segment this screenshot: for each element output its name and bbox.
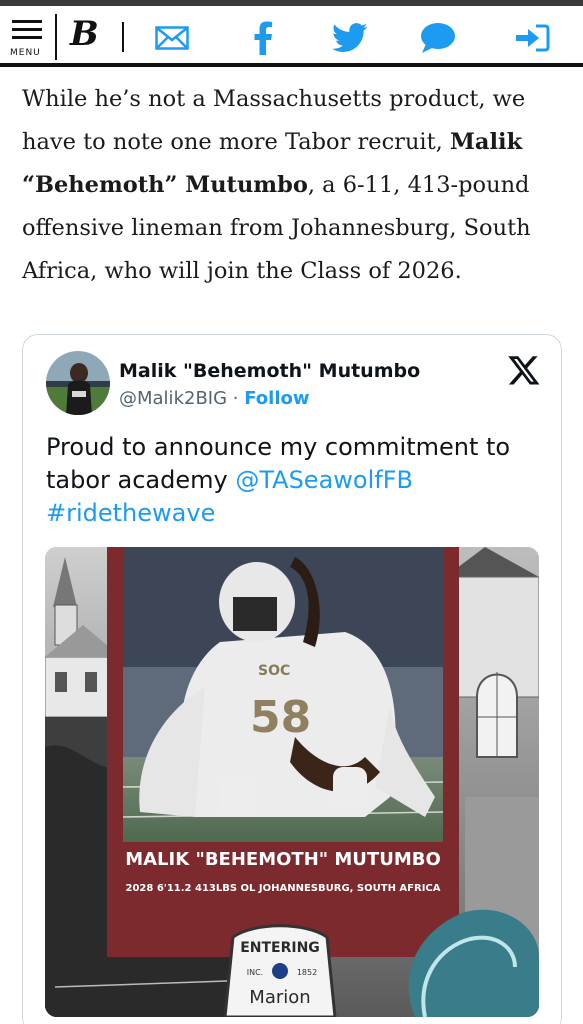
separator: · bbox=[227, 388, 245, 409]
menu-icon-bar bbox=[12, 36, 42, 39]
hashtag-link[interactable]: #ridethewave bbox=[46, 499, 215, 527]
sign-entering: ENTERING bbox=[240, 940, 320, 956]
tweet-handle[interactable]: @Malik2BIG bbox=[119, 388, 227, 409]
player-details: 2028 6'11.2 413LBS OL JOHANNESBURG, SOUT… bbox=[126, 883, 441, 894]
name-banner: MALIK "BEHEMOTH" MUTUMBO bbox=[125, 849, 441, 870]
mail-icon[interactable] bbox=[152, 20, 192, 56]
divider bbox=[122, 22, 124, 52]
site-header: MENU B bbox=[0, 6, 583, 67]
tweet-media-image[interactable]: SOC 58 MALIK "BEHEMOTH" MUTUMBO 2028 6'1… bbox=[45, 547, 539, 1017]
follow-button[interactable]: Follow bbox=[244, 388, 309, 409]
menu-icon-bar bbox=[12, 20, 42, 23]
tweet-display-name[interactable]: Malik "Behemoth" Mutumbo bbox=[119, 360, 420, 382]
menu-button[interactable]: MENU bbox=[10, 18, 46, 62]
sign-town: Marion bbox=[249, 987, 310, 1008]
login-icon[interactable] bbox=[512, 20, 552, 56]
sign-inc: INC. bbox=[247, 968, 263, 977]
divider bbox=[55, 14, 57, 60]
jersey-number: 58 bbox=[250, 692, 311, 743]
article-paragraph: While he’s not a Massachusetts product, … bbox=[22, 78, 562, 293]
sign-year: 1852 bbox=[297, 968, 317, 977]
logo-icon[interactable]: B bbox=[70, 14, 99, 54]
facebook-icon[interactable] bbox=[248, 20, 278, 56]
jersey-text: SOC bbox=[258, 663, 290, 679]
menu-icon-bar bbox=[12, 28, 42, 31]
mention-link[interactable]: @TASeawolfFB bbox=[235, 466, 413, 494]
x-logo-icon[interactable] bbox=[507, 353, 541, 387]
tweet-text: Proud to announce my commitment to tabor… bbox=[46, 431, 536, 530]
tweet-handle-line: @Malik2BIG · Follow bbox=[119, 388, 310, 409]
twitter-icon[interactable] bbox=[330, 20, 370, 56]
avatar[interactable] bbox=[46, 351, 110, 415]
embedded-tweet[interactable]: Malik "Behemoth" Mutumbo @Malik2BIG · Fo… bbox=[22, 334, 562, 1024]
comment-icon[interactable] bbox=[418, 20, 458, 56]
menu-label: MENU bbox=[10, 48, 41, 58]
